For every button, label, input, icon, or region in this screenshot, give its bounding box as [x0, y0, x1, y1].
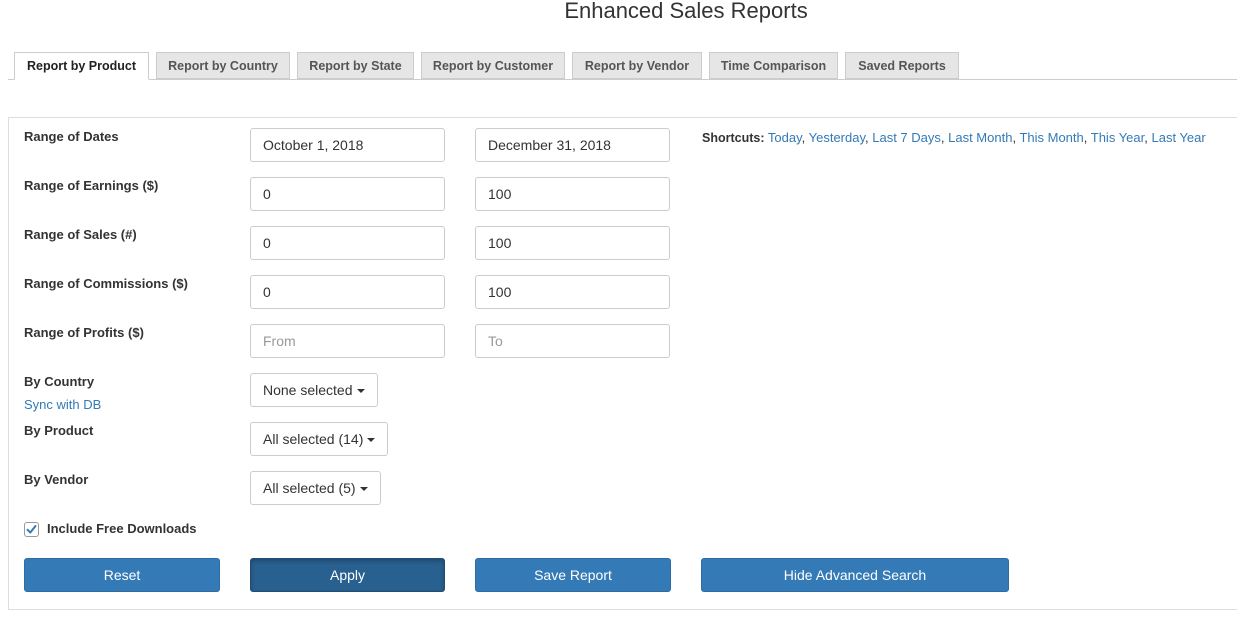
tab-report-by-state[interactable]: Report by State [297, 52, 414, 79]
reset-button[interactable]: Reset [24, 558, 220, 592]
date-to-input[interactable] [475, 128, 670, 162]
shortcuts-label: Shortcuts: [702, 131, 765, 145]
commissions-from-input[interactable] [250, 275, 445, 309]
tab-time-comparison[interactable]: Time Comparison [709, 52, 838, 79]
page-title: Enhanced Sales Reports [564, 0, 808, 23]
checkmark-icon [26, 525, 37, 534]
vendor-label: By Vendor [24, 472, 89, 487]
sales-from-input[interactable] [250, 226, 445, 260]
caret-down-icon [356, 389, 365, 394]
shortcut-last-7-days[interactable]: Last 7 Days [872, 130, 941, 145]
free-downloads-checkbox[interactable] [24, 522, 39, 537]
report-tabs: Report by Product Report by Country Repo… [14, 52, 1237, 80]
product-multiselect[interactable]: All selected (14) [250, 422, 389, 456]
shortcut-this-month[interactable]: This Month [1019, 130, 1083, 145]
country-multiselect[interactable]: None selected [250, 373, 378, 407]
product-selected-value: All selected (14) [263, 431, 364, 447]
free-downloads-label: Include Free Downloads [47, 521, 197, 536]
shortcut-today[interactable]: Today [768, 130, 802, 145]
country-label: By Country [24, 374, 95, 389]
country-selected-value: None selected [263, 382, 353, 398]
shortcut-yesterday[interactable]: Yesterday [809, 130, 865, 145]
profits-to-input[interactable] [475, 324, 670, 358]
caret-down-icon [359, 487, 368, 492]
apply-button[interactable]: Apply [250, 558, 445, 592]
earnings-label: Range of Earnings ($) [24, 178, 159, 193]
commissions-label: Range of Commissions ($) [24, 276, 188, 291]
caret-down-icon [367, 438, 376, 443]
earnings-from-input[interactable] [250, 177, 445, 211]
dates-label: Range of Dates [24, 129, 119, 144]
hide-advanced-search-button[interactable]: Hide Advanced Search [701, 558, 1009, 592]
product-label: By Product [24, 423, 94, 438]
sales-label: Range of Sales (#) [24, 227, 137, 242]
tab-report-by-customer[interactable]: Report by Customer [421, 52, 565, 79]
profits-from-input[interactable] [250, 324, 445, 358]
shortcut-last-month[interactable]: Last Month [948, 130, 1012, 145]
save-report-button[interactable]: Save Report [475, 558, 671, 592]
tab-saved-reports[interactable]: Saved Reports [845, 52, 959, 79]
sales-to-input[interactable] [475, 226, 670, 260]
date-from-input[interactable] [250, 128, 445, 162]
tab-report-by-product[interactable]: Report by Product [14, 52, 149, 80]
commissions-to-input[interactable] [475, 275, 670, 309]
vendor-selected-value: All selected (5) [263, 480, 356, 496]
tab-report-by-vendor[interactable]: Report by Vendor [572, 52, 702, 79]
profits-label: Range of Profits ($) [24, 325, 144, 340]
sync-with-db-link[interactable]: Sync with DB [24, 397, 101, 412]
vendor-multiselect[interactable]: All selected (5) [250, 471, 381, 505]
date-shortcuts: Shortcuts: Today, Yesterday, Last 7 Days… [702, 130, 1206, 145]
earnings-to-input[interactable] [475, 177, 670, 211]
tab-report-by-country[interactable]: Report by Country [156, 52, 290, 79]
shortcut-this-year[interactable]: This Year [1091, 130, 1145, 145]
shortcut-last-year[interactable]: Last Year [1152, 130, 1206, 145]
